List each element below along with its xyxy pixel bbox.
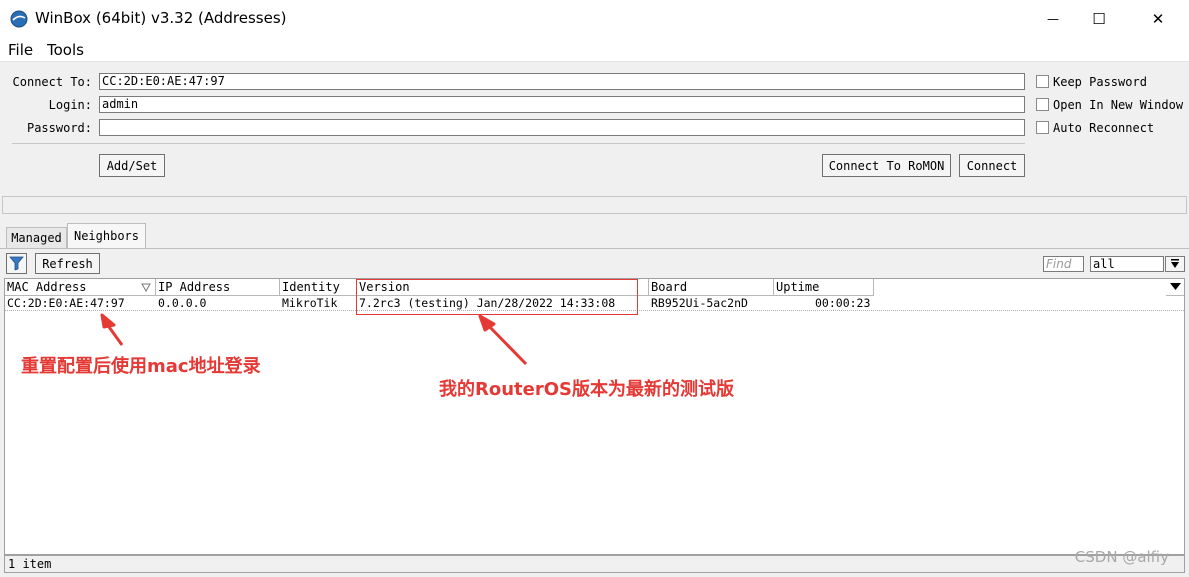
sort-icon [141, 283, 151, 292]
chevron-down-icon [1169, 283, 1181, 290]
progress-strip [2, 196, 1187, 214]
close-icon: ✕ [1151, 10, 1165, 28]
minimize-icon: — [1047, 12, 1059, 26]
version-highlight-box [356, 279, 638, 315]
tab-managed[interactable]: Managed [6, 227, 67, 248]
filter-icon [9, 256, 24, 271]
find-input[interactable]: Find [1043, 256, 1084, 272]
open-new-window-label: Open In New Window [1053, 98, 1184, 112]
col-ip-address[interactable]: IP Address [156, 279, 280, 296]
menu-file[interactable]: File [8, 41, 33, 59]
columns-menu-button[interactable] [1166, 279, 1184, 296]
item-count: 1 item [8, 557, 52, 571]
tab-divider [0, 248, 1189, 249]
auto-reconnect-checkbox[interactable] [1036, 121, 1049, 134]
filter-select[interactable]: all [1090, 256, 1164, 272]
version-annotation: 我的RouterOS版本为最新的测试版 [439, 379, 734, 400]
password-input[interactable] [99, 119, 1025, 136]
tab-neighbors[interactable]: Neighbors [67, 223, 146, 248]
chevron-down-icon [1171, 259, 1179, 268]
keep-password-checkbox[interactable] [1036, 75, 1049, 88]
window-title: WinBox (64bit) v3.32 (Addresses) [35, 9, 287, 27]
maximize-button[interactable]: ☐ [1072, 0, 1126, 38]
menu-bar: File Tools [0, 38, 1189, 62]
row-mac: CC:2D:E0:AE:47:97 [7, 296, 125, 310]
title-bar: WinBox (64bit) v3.32 (Addresses) — ☐ ✕ [0, 0, 1189, 38]
login-label: Login: [48, 98, 92, 112]
col-uptime[interactable]: Uptime [774, 279, 874, 296]
col-mac-address-label: MAC Address [7, 280, 87, 294]
mac-login-annotation: 重置配置后使用mac地址登录 [21, 356, 261, 377]
connect-to-label: Connect To: [12, 75, 92, 89]
password-label: Password: [26, 121, 92, 135]
login-input[interactable]: admin [99, 96, 1025, 113]
col-mac-address[interactable]: MAC Address [5, 279, 156, 296]
filter-dropdown-button[interactable] [1165, 256, 1185, 272]
keep-password-label: Keep Password [1053, 75, 1147, 89]
close-button[interactable]: ✕ [1131, 0, 1185, 38]
filter-button[interactable] [6, 253, 27, 274]
menu-tools[interactable]: Tools [47, 41, 84, 59]
open-new-window-checkbox[interactable] [1036, 98, 1049, 111]
neighbors-table: MAC Address IP Address Identity Version … [4, 278, 1185, 555]
connect-to-input[interactable]: CC:2D:E0:AE:47:97 [99, 73, 1025, 90]
row-board: RB952Ui-5ac2nD [651, 296, 748, 310]
row-ip: 0.0.0.0 [158, 296, 207, 310]
refresh-button[interactable]: Refresh [35, 253, 100, 274]
connect-romon-button[interactable]: Connect To RoMON [822, 154, 951, 177]
maximize-icon: ☐ [1092, 10, 1106, 28]
connect-button[interactable]: Connect [959, 154, 1025, 177]
row-uptime: 00:00:23 [815, 296, 871, 310]
winbox-app-icon [10, 10, 28, 28]
col-identity[interactable]: Identity [280, 279, 357, 296]
add-set-button[interactable]: Add/Set [99, 154, 165, 177]
status-bar: 1 item [4, 555, 1185, 573]
csdn-watermark: CSDN @alfiy [1074, 548, 1169, 566]
row-identity: MikroTik [282, 296, 338, 310]
col-board[interactable]: Board [649, 279, 774, 296]
form-divider [12, 143, 1025, 144]
auto-reconnect-label: Auto Reconnect [1053, 121, 1155, 135]
